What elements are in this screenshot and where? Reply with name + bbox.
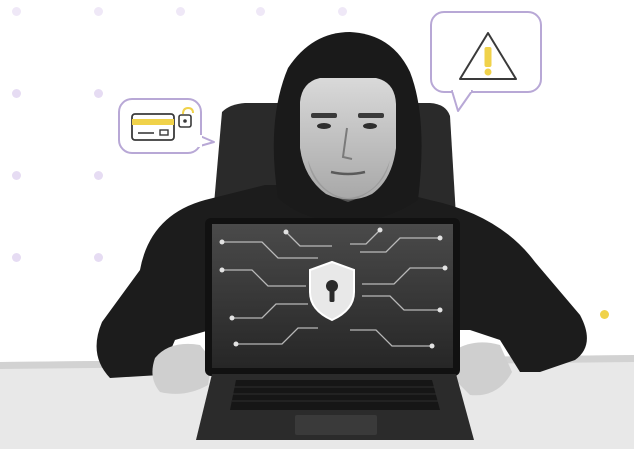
eyebrow-left [311,113,337,118]
touchpad [295,415,377,435]
card-bubble [118,98,215,154]
keyboard [230,380,440,410]
eye-right [363,123,377,129]
eyebrow-right [358,113,384,118]
face [300,78,396,200]
warning-bubble [430,11,542,112]
security-illustration [0,0,634,449]
eye-left [317,123,331,129]
credit-card-unlock-icon [131,106,215,147]
warning-icon [451,32,517,112]
